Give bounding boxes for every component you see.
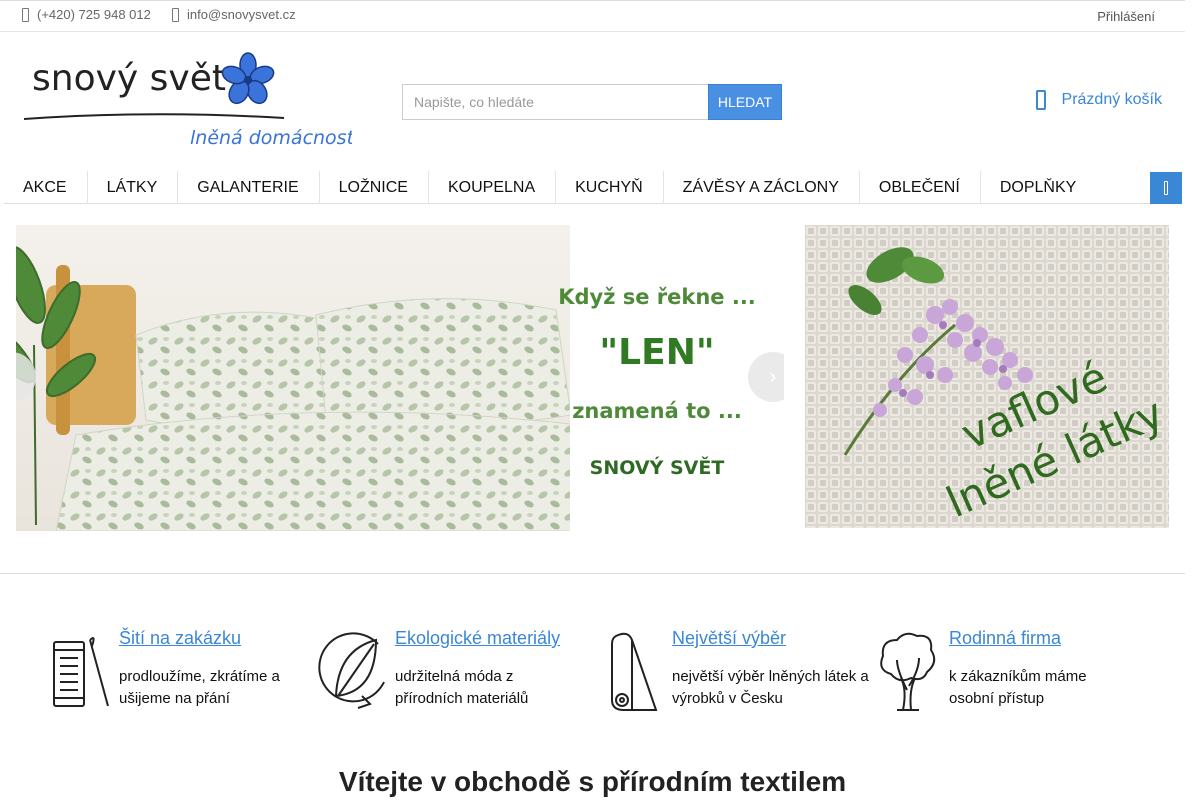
logo-graphic: snový svět lněná domácnost [23, 52, 356, 149]
menu-toggle-button[interactable] [1150, 172, 1182, 204]
hero-banner-image: Když se řekne ... "LEN" znamená to ... S… [16, 225, 784, 531]
welcome-heading: Vítejte v obchodě s přírodním textilem [338, 766, 847, 797]
banner-left-line1: Když se řekne ... [558, 285, 756, 309]
tree-icon [880, 632, 936, 711]
feature-desc-custom-sewing: prodloužíme, zkrátíme a ušijeme na přání [119, 668, 280, 707]
feature-title-biggest-selection[interactable]: Největší výběr [672, 628, 786, 649]
nav-item-latky[interactable]: LÁTKY [88, 170, 179, 204]
nav-item-loznice[interactable]: LOŽNICE [320, 170, 429, 204]
cart-label: Prázdný košík [1061, 91, 1162, 108]
promo-banner-image: vaflové lněné látky [805, 225, 1169, 528]
sewing-spool-icon [53, 637, 109, 707]
feature-title-eco-materials[interactable]: Ekologické materiály [395, 628, 560, 649]
search-button[interactable]: HLEDAT [708, 84, 782, 120]
top-bar: (+420) 725 948 012 info@snovysvet.cz Při… [0, 0, 1185, 32]
feature-desc-family-company: k zákazníkům máme osobní přístup [949, 668, 1087, 707]
email-address[interactable]: info@snovysvet.cz [187, 7, 296, 22]
promo-banner-waffle-linen[interactable]: vaflové lněné látky [805, 225, 1169, 528]
feature-desc-biggest-selection: největší výběr lněných látek a výrobků v… [672, 668, 869, 707]
shopping-bag-icon [1035, 90, 1046, 110]
nav-item-zavesy[interactable]: ZÁVĚSY A ZÁCLONY [664, 170, 860, 204]
feature-desc-eco-materials: udržitelná móda z přírodních materiálů [395, 668, 529, 707]
phone-contact[interactable]: (+420) 725 948 012 [22, 7, 151, 22]
chevron-right-icon: › [769, 365, 777, 388]
banner-left-line4: SNOVÝ SVĚT [590, 455, 725, 479]
logo-wordmark: snový svět [32, 58, 226, 99]
search-form: HLEDAT [402, 84, 782, 120]
cart-link[interactable]: Prázdný košík [1035, 90, 1162, 110]
nav-item-doplnky[interactable]: DOPLŇKY [981, 171, 1096, 204]
search-input[interactable] [402, 84, 708, 120]
hero-carousel[interactable]: Když se řekne ... "LEN" znamená to ... S… [16, 225, 784, 531]
logo-tagline: lněná domácnost [190, 127, 352, 149]
fabric-roll-icon [611, 632, 658, 711]
phone-icon [22, 7, 29, 22]
banner-left-line2: "LEN" [599, 332, 714, 373]
main-navigation: AKCE LÁTKY GALANTERIE LOŽNICE KOUPELNA K… [4, 170, 1182, 204]
leaf-icon [318, 632, 385, 709]
nav-item-galanterie[interactable]: GALANTERIE [178, 170, 320, 204]
login-link[interactable]: Přihlášení [1097, 9, 1155, 24]
site-logo[interactable]: snový svět lněná domácnost [22, 52, 356, 152]
nav-item-obleceni[interactable]: OBLEČENÍ [860, 170, 981, 204]
nav-item-kuchyn[interactable]: KUCHYŇ [556, 170, 664, 204]
nav-item-koupelna[interactable]: KOUPELNA [429, 170, 557, 204]
envelope-icon [172, 7, 179, 22]
nav-item-akce[interactable]: AKCE [4, 170, 88, 204]
section-divider [0, 573, 1185, 574]
banner-left-line3: znamená to ... [572, 399, 742, 423]
phone-number[interactable]: (+420) 725 948 012 [37, 7, 151, 22]
feature-title-family-company[interactable]: Rodinná firma [949, 628, 1061, 649]
email-contact[interactable]: info@snovysvet.cz [172, 7, 296, 22]
flax-flower-icon [221, 52, 275, 105]
menu-icon [1164, 181, 1168, 195]
feature-title-custom-sewing[interactable]: Šití na zakázku [119, 628, 241, 649]
